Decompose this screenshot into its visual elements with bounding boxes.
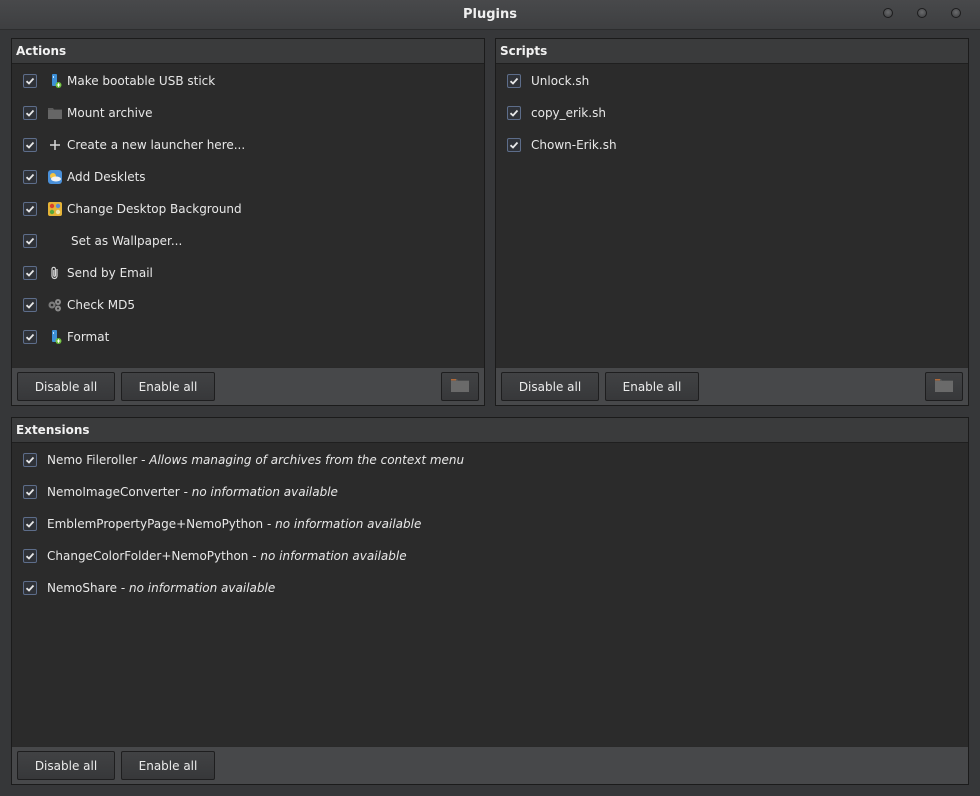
action-label: Check MD5 <box>67 298 135 312</box>
checkbox[interactable] <box>23 74 37 88</box>
checkbox[interactable] <box>507 138 521 152</box>
desklets-icon <box>47 169 63 185</box>
actions-button-bar: Disable all Enable all <box>12 367 484 405</box>
action-label: Change Desktop Background <box>67 202 242 216</box>
maximize-button[interactable] <box>917 8 927 18</box>
script-item[interactable]: Chown-Erik.sh <box>496 129 968 161</box>
separator: - <box>248 549 261 563</box>
action-label: Mount archive <box>67 106 153 120</box>
close-button[interactable] <box>951 8 961 18</box>
folder-icon <box>47 105 63 121</box>
script-label: Unlock.sh <box>531 74 590 88</box>
extension-item[interactable]: EmblemPropertyPage+NemoPython - no infor… <box>12 508 968 540</box>
action-item[interactable]: Send by Email <box>12 257 484 289</box>
extension-description: no information available <box>260 549 407 563</box>
extension-name: ChangeColorFolder+NemoPython <box>47 549 249 563</box>
checkbox[interactable] <box>23 517 37 531</box>
action-label: Send by Email <box>67 266 153 280</box>
scripts-button-bar: Disable all Enable all <box>496 367 968 405</box>
folder-icon <box>934 377 954 396</box>
actions-header: Actions <box>12 39 484 64</box>
checkbox[interactable] <box>23 453 37 467</box>
minimize-button[interactable] <box>883 8 893 18</box>
extension-item[interactable]: ChangeColorFolder+NemoPython - no inform… <box>12 540 968 572</box>
script-item[interactable]: copy_erik.sh <box>496 97 968 129</box>
checkbox[interactable] <box>507 106 521 120</box>
paperclip-icon <box>47 265 63 281</box>
folder-icon <box>450 377 470 396</box>
action-item[interactable]: Set as Wallpaper... <box>12 225 484 257</box>
action-label: Create a new launcher here... <box>67 138 246 152</box>
extensions-button-bar: Disable all Enable all <box>12 746 968 784</box>
separator: - <box>263 517 276 531</box>
extensions-disable-all-button[interactable]: Disable all <box>17 751 115 780</box>
action-item[interactable]: Format <box>12 321 484 353</box>
script-label: Chown-Erik.sh <box>531 138 617 152</box>
extension-description: no information available <box>191 485 338 499</box>
scripts-enable-all-button[interactable]: Enable all <box>605 372 699 401</box>
extension-name: Nemo Fileroller <box>47 453 138 467</box>
gears-icon <box>47 297 63 313</box>
checkbox[interactable] <box>23 202 37 216</box>
action-label: Set as Wallpaper... <box>71 234 183 248</box>
extension-item[interactable]: NemoShare - no information available <box>12 572 968 604</box>
checkbox[interactable] <box>23 106 37 120</box>
extension-item[interactable]: Nemo Fileroller - Allows managing of arc… <box>12 444 968 476</box>
action-item[interactable]: Mount archive <box>12 97 484 129</box>
extension-item[interactable]: NemoImageConverter - no information avai… <box>12 476 968 508</box>
extensions-panel: Extensions Nemo Fileroller - Allows mana… <box>11 417 969 785</box>
desktop-background-icon <box>47 201 63 217</box>
action-item[interactable]: Add Desklets <box>12 161 484 193</box>
extension-label: NemoShare - no information available <box>47 581 275 595</box>
usb-drive-icon <box>47 73 63 89</box>
actions-open-folder-button[interactable] <box>441 372 479 401</box>
checkbox[interactable] <box>23 549 37 563</box>
actions-panel: Actions Make bootable USB stick Mount ar… <box>11 38 485 406</box>
extension-label: ChangeColorFolder+NemoPython - no inform… <box>47 549 407 563</box>
scripts-open-folder-button[interactable] <box>925 372 963 401</box>
scripts-panel: Scripts Unlock.sh copy_erik.sh Chown-Eri… <box>495 38 969 406</box>
scripts-disable-all-button[interactable]: Disable all <box>501 372 599 401</box>
plus-icon <box>47 137 63 153</box>
action-label: Format <box>67 330 110 344</box>
extension-label: Nemo Fileroller - Allows managing of arc… <box>47 453 464 467</box>
checkbox[interactable] <box>23 330 37 344</box>
checkbox[interactable] <box>23 170 37 184</box>
action-label: Add Desklets <box>67 170 146 184</box>
checkbox[interactable] <box>23 581 37 595</box>
checkbox[interactable] <box>23 234 37 248</box>
extension-description: Allows managing of archives from the con… <box>149 453 465 467</box>
separator: - <box>117 581 129 595</box>
extension-name: EmblemPropertyPage+NemoPython <box>47 517 264 531</box>
checkbox[interactable] <box>23 138 37 152</box>
script-item[interactable]: Unlock.sh <box>496 65 968 97</box>
separator: - <box>179 485 192 499</box>
checkbox[interactable] <box>507 74 521 88</box>
window-title: Plugins <box>463 7 517 22</box>
script-label: copy_erik.sh <box>531 106 606 120</box>
scripts-header: Scripts <box>496 39 968 64</box>
title-bar: Plugins <box>0 0 980 30</box>
extension-label: EmblemPropertyPage+NemoPython - no infor… <box>47 517 421 531</box>
usb-drive-icon <box>47 329 63 345</box>
separator: - <box>137 453 150 467</box>
actions-enable-all-button[interactable]: Enable all <box>121 372 215 401</box>
extension-name: NemoImageConverter <box>47 485 180 499</box>
extension-description: no information available <box>275 517 422 531</box>
action-label: Make bootable USB stick <box>67 74 216 88</box>
checkbox[interactable] <box>23 485 37 499</box>
actions-disable-all-button[interactable]: Disable all <box>17 372 115 401</box>
extensions-enable-all-button[interactable]: Enable all <box>121 751 215 780</box>
action-item[interactable]: Check MD5 <box>12 289 484 321</box>
extensions-header: Extensions <box>12 418 968 443</box>
extension-description: no information available <box>129 581 276 595</box>
checkbox[interactable] <box>23 298 37 312</box>
extension-name: NemoShare <box>47 581 118 595</box>
checkbox[interactable] <box>23 266 37 280</box>
action-item[interactable]: Change Desktop Background <box>12 193 484 225</box>
action-item[interactable]: Create a new launcher here... <box>12 129 484 161</box>
extension-label: NemoImageConverter - no information avai… <box>47 485 338 499</box>
action-item[interactable]: Make bootable USB stick <box>12 65 484 97</box>
